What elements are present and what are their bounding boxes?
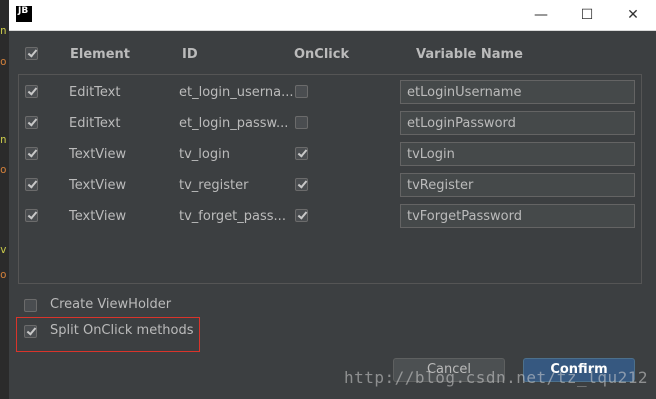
element-id: et_login_passw... xyxy=(179,116,289,131)
onclick-checkbox[interactable] xyxy=(295,85,308,98)
onclick-checkbox[interactable] xyxy=(295,147,308,160)
row-select-checkbox[interactable] xyxy=(25,209,38,222)
variable-name-input[interactable] xyxy=(400,142,635,166)
row-select-checkbox[interactable] xyxy=(25,178,38,191)
code-fragment: n xyxy=(0,24,7,37)
header-id: ID xyxy=(182,47,198,62)
row-select-checkbox[interactable] xyxy=(25,147,38,160)
row-select-checkbox[interactable] xyxy=(25,85,38,98)
onclick-checkbox[interactable] xyxy=(295,178,308,191)
header-element: Element xyxy=(70,47,130,62)
row-select-checkbox[interactable] xyxy=(25,116,38,129)
element-type: TextView xyxy=(69,209,127,224)
code-fragment: v xyxy=(0,243,7,256)
element-type: EditText xyxy=(69,116,121,131)
element-type: TextView xyxy=(69,147,127,162)
element-id: tv_login xyxy=(179,147,230,162)
variable-name-input[interactable] xyxy=(400,80,635,104)
close-button[interactable]: ✕ xyxy=(610,0,656,30)
code-fragment: o xyxy=(0,55,7,68)
code-fragment: o xyxy=(0,163,7,176)
maximize-button[interactable]: ☐ xyxy=(564,0,610,30)
element-id: et_login_userna... xyxy=(179,85,294,100)
create-viewholder-label: Create ViewHolder xyxy=(50,297,172,312)
select-all-checkbox[interactable] xyxy=(25,47,38,60)
code-fragment: o xyxy=(0,268,7,281)
element-type: TextView xyxy=(69,178,127,193)
table-row: TextView tv_register xyxy=(19,170,641,201)
create-viewholder-checkbox[interactable] xyxy=(24,299,37,312)
header-variable-name: Variable Name xyxy=(416,47,523,62)
title-bar: JB — ☐ ✕ xyxy=(9,0,656,31)
onclick-checkbox[interactable] xyxy=(295,116,308,129)
header-onclick: OnClick xyxy=(294,47,350,62)
element-id: tv_register xyxy=(179,178,249,193)
jetbrains-icon: JB xyxy=(16,6,32,22)
annotation-highlight-box xyxy=(16,317,200,352)
table-row: EditText et_login_passw... xyxy=(19,108,641,139)
table-row: TextView tv_forget_pass... xyxy=(19,201,641,232)
variable-name-input[interactable] xyxy=(400,204,635,228)
code-fragment: n xyxy=(0,133,7,146)
variable-name-input[interactable] xyxy=(400,173,635,197)
elements-table: EditText et_login_userna... EditText et_… xyxy=(18,74,642,284)
table-row: EditText et_login_userna... xyxy=(19,77,641,108)
variable-name-input[interactable] xyxy=(400,111,635,135)
element-id: tv_forget_pass... xyxy=(179,209,286,224)
onclick-checkbox[interactable] xyxy=(295,209,308,222)
watermark: http://blog.csdn.net/tz_lqu212 xyxy=(344,368,648,387)
table-row: TextView tv_login xyxy=(19,139,641,170)
element-type: EditText xyxy=(69,85,121,100)
minimize-button[interactable]: — xyxy=(518,0,564,30)
